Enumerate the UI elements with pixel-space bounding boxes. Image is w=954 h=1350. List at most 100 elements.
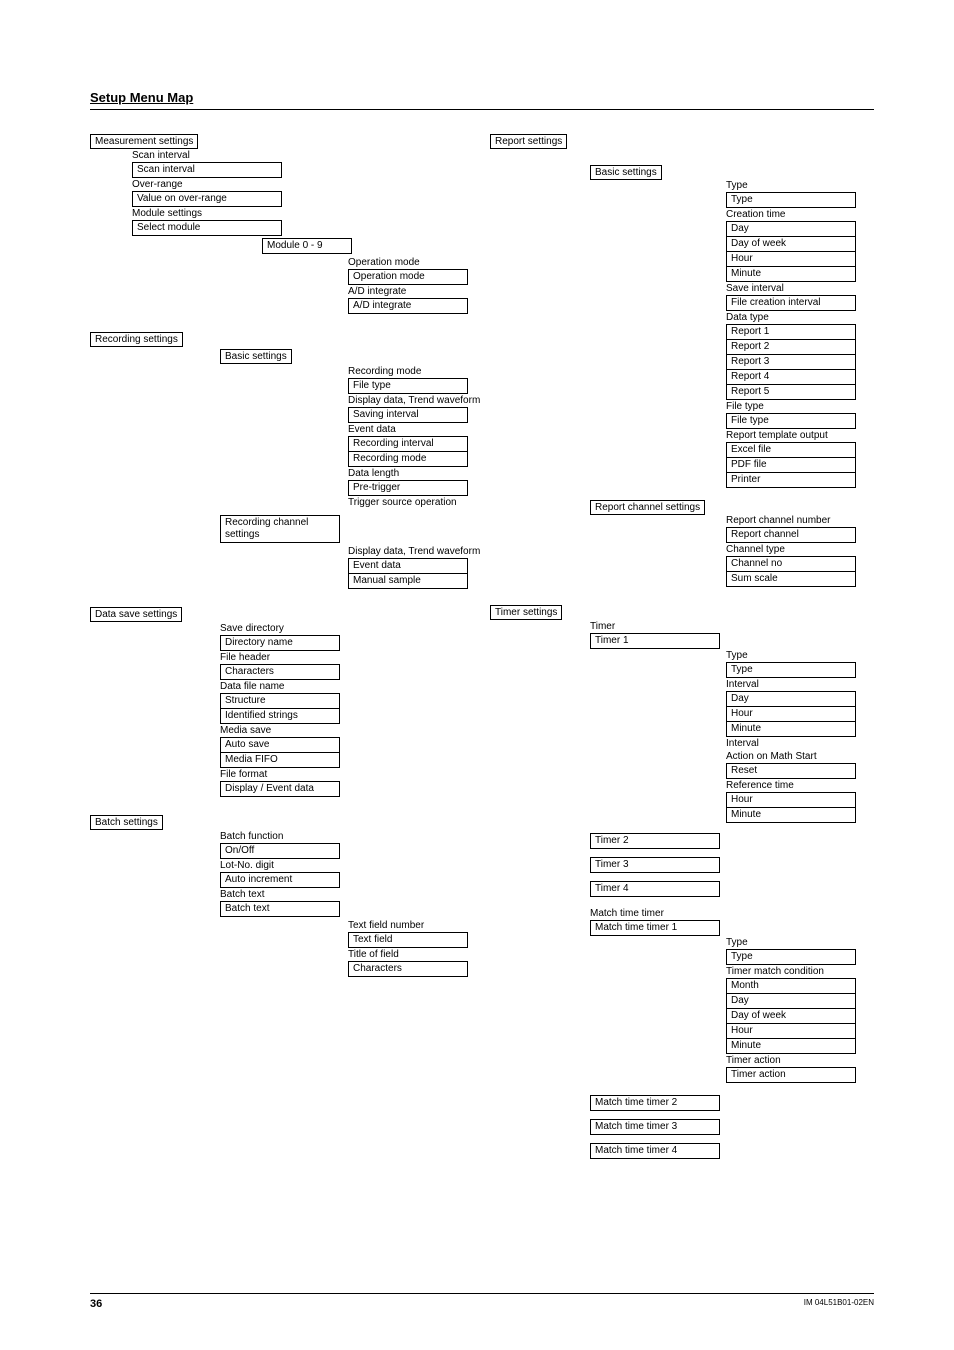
rch-items: Report channel number Report channel Cha… <box>726 514 870 587</box>
r-filecreate-box: File creation interval <box>726 295 856 311</box>
report-basic-wrap: Basic settings <box>590 167 870 179</box>
r-hour-box: Hour <box>726 252 856 267</box>
datasave-head: Data save settings <box>90 607 182 622</box>
module-sub: Module 0 - 9 <box>262 238 490 254</box>
right-column: Report settings Basic settings Type Type… <box>490 134 870 1159</box>
t-day-box: Day <box>726 691 856 707</box>
datasave-items: Save directory Directory name File heade… <box>220 622 490 797</box>
auto-inc-box: Auto increment <box>220 872 340 888</box>
title-rule <box>90 109 874 110</box>
r3-box: Report 3 <box>726 355 856 370</box>
m-action-box: Timer action <box>726 1067 856 1083</box>
batch-text-label: Batch text <box>220 888 490 901</box>
mtt3-box: Match time timer 3 <box>590 1119 720 1135</box>
t-type-box: Type <box>726 662 856 678</box>
title-label: Title of field <box>348 948 490 961</box>
m-minute-box: Minute <box>726 1039 856 1054</box>
display-event-box: Display / Event data <box>220 781 340 797</box>
m-dow-box: Day of week <box>726 1009 856 1024</box>
report-basic-items: Type Type Creation time Day Day of week … <box>726 179 870 488</box>
over-range-label: Over-range <box>132 178 490 191</box>
r5-box: Report 5 <box>726 385 856 400</box>
select-module-box: Select module <box>132 220 282 236</box>
t3-box: Timer 3 <box>590 857 720 873</box>
mtt2-box: Match time timer 2 <box>590 1095 720 1111</box>
m-hour-box: Hour <box>726 1024 856 1039</box>
t-hour-box: Hour <box>726 707 856 722</box>
columns: Measurement settings Scan interval Scan … <box>90 134 874 1159</box>
timer-label: Timer <box>590 620 870 633</box>
t-ref-label: Reference time <box>726 779 870 792</box>
ad-label: A/D integrate <box>348 285 490 298</box>
m-type-box: Type <box>726 949 856 965</box>
media-fifo-box: Media FIFO <box>220 753 340 768</box>
r-dow-box: Day of week <box>726 237 856 252</box>
rch-no-box: Channel no <box>726 556 856 572</box>
batch-fn-label: Batch function <box>220 830 490 843</box>
t-minute-box: Minute <box>726 722 856 737</box>
doc-id: IM 04L51B01-02EN <box>804 1298 874 1310</box>
ident-box: Identified strings <box>220 709 340 724</box>
m-type-label: Type <box>726 936 870 949</box>
batch-items: Batch function On/Off Lot-No. digit Auto… <box>220 830 490 917</box>
recording-basic-wrap: Basic settings <box>220 351 490 363</box>
op-mode-label: Operation mode <box>348 256 490 269</box>
module-settings-label: Module settings <box>132 207 490 220</box>
pre-trg-box: Pre-trigger <box>348 480 468 496</box>
ad-box: A/D integrate <box>348 298 468 314</box>
batch-sub: Text field number Text field Title of fi… <box>348 919 490 977</box>
ch-event-box: Event data <box>348 558 468 574</box>
r-printer-box: Printer <box>726 473 856 488</box>
t-reset-box: Reset <box>726 763 856 779</box>
page-title: Setup Menu Map <box>90 90 874 105</box>
t1-box: Timer 1 <box>590 633 720 649</box>
scan-interval-box: Scan interval <box>132 162 282 178</box>
t4-box: Timer 4 <box>590 881 720 897</box>
r-saveint-label: Save interval <box>726 282 870 295</box>
timer-head: Timer settings <box>490 605 562 620</box>
rec-mode-box: Recording mode <box>348 452 468 467</box>
rec-ch-items: Display data, Trend waveform Event data … <box>348 545 490 589</box>
mtt1-box: Match time timer 1 <box>590 920 720 936</box>
file-format-label: File format <box>220 768 490 781</box>
t1-items: Type Type Interval Day Hour Minute Inter… <box>726 649 870 823</box>
t-hour2-box: Hour <box>726 792 856 808</box>
measurement-block: Scan interval Scan interval Over-range V… <box>132 149 490 236</box>
report-head: Report settings <box>490 134 567 149</box>
r-pdf-box: PDF file <box>726 458 856 473</box>
chars-box: Characters <box>348 961 468 977</box>
save-dir-label: Save directory <box>220 622 490 635</box>
rch-box: Report channel settings <box>590 500 705 515</box>
txt-num-label: Text field number <box>348 919 490 932</box>
m-cond-label: Timer match condition <box>726 965 870 978</box>
r2-box: Report 2 <box>726 340 856 355</box>
ch-manual-box: Manual sample <box>348 574 468 589</box>
r-ft-label: File type <box>726 400 870 413</box>
r-type-box: Type <box>726 192 856 208</box>
rec-ch-box: Recording channel settings <box>220 515 340 543</box>
report-basic-box: Basic settings <box>590 165 662 180</box>
m-action-label: Timer action <box>726 1054 870 1067</box>
rch-num-label: Report channel number <box>726 514 870 527</box>
batch-text-box: Batch text <box>220 901 340 917</box>
trg-src-label: Trigger source operation <box>348 496 490 509</box>
t2-box: Timer 2 <box>590 833 720 849</box>
scan-interval-label: Scan interval <box>132 149 490 162</box>
r-ft-box: File type <box>726 413 856 429</box>
data-file-label: Data file name <box>220 680 490 693</box>
onoff-box: On/Off <box>220 843 340 859</box>
rch-box2: Report channel <box>726 527 856 543</box>
t-minute2-box: Minute <box>726 808 856 823</box>
r-minute-box: Minute <box>726 267 856 282</box>
m-day-box: Day <box>726 994 856 1009</box>
mtt4-box: Match time timer 4 <box>590 1143 720 1159</box>
rch-type-label: Channel type <box>726 543 870 556</box>
rec-ch-wrap: Recording channel settings <box>220 515 490 543</box>
txt-field-box: Text field <box>348 932 468 948</box>
r-rto-label: Report template output <box>726 429 870 442</box>
mtt1-items: Type Type Timer match condition Month Da… <box>726 936 870 1083</box>
mtt-top: Match time timer Match time timer 1 <box>590 907 870 936</box>
file-header-label: File header <box>220 651 490 664</box>
characters-box: Characters <box>220 664 340 680</box>
timer-2-4: Timer 2 Timer 3 Timer 4 <box>590 833 870 897</box>
